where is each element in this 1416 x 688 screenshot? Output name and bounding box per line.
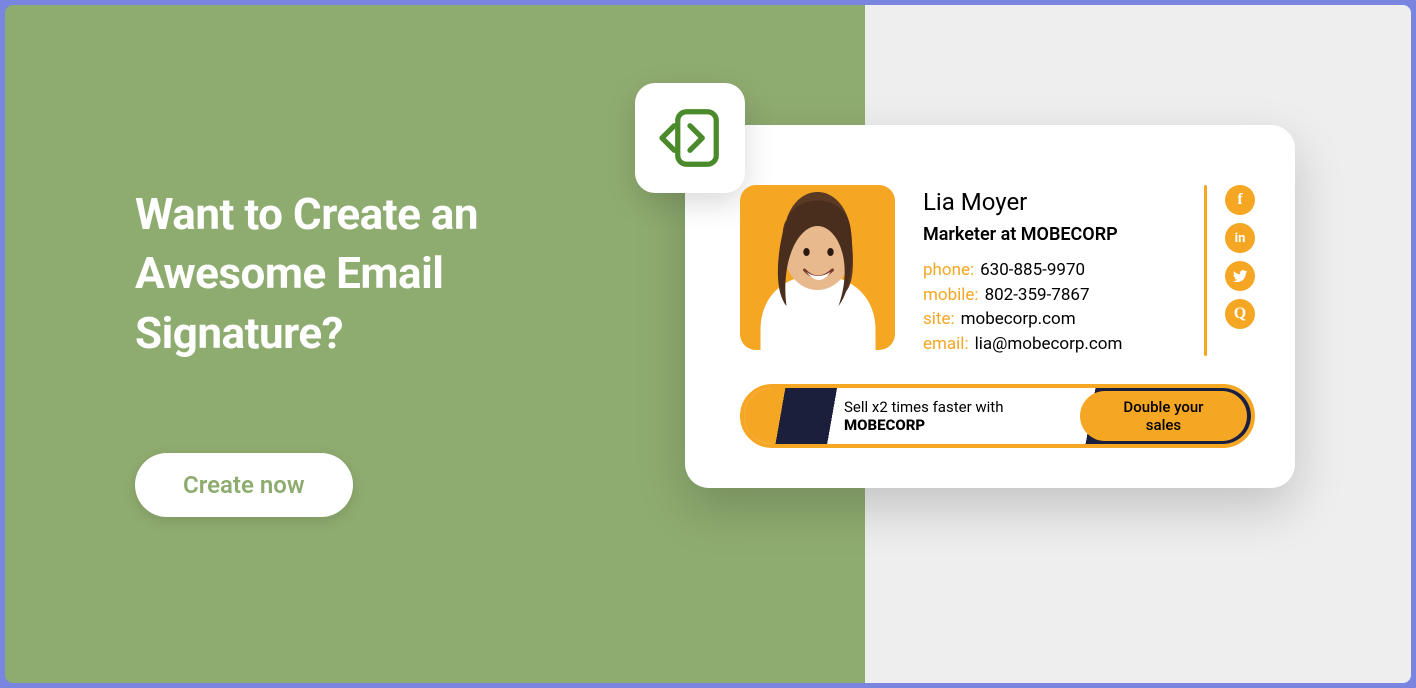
signature-name: Lia Moyer (923, 185, 1186, 220)
mobile-label: mobile: (923, 285, 979, 305)
signature-info: Lia Moyer Marketer at MOBECORP phone: 630… (923, 185, 1255, 356)
contact-site: site: mobecorp.com (923, 307, 1186, 332)
contact-email: email: lia@mobecorp.com (923, 332, 1186, 357)
quora-icon[interactable]: Q (1225, 299, 1255, 329)
promo-headline: Want to Create an Awesome Email Signatur… (135, 185, 585, 363)
email-label: email: (923, 334, 969, 354)
twitter-icon[interactable] (1225, 261, 1255, 291)
promo-banner: Sell x2 times faster with MOBECORP Doubl… (740, 384, 1255, 448)
signature-details: Lia Moyer Marketer at MOBECORP phone: 630… (923, 185, 1186, 356)
create-now-button[interactable]: Create now (135, 453, 353, 517)
linkedin-icon[interactable]: in (1225, 223, 1255, 253)
banner-text-brand: MOBECORP (844, 416, 925, 434)
promo-right-panel: Lia Moyer Marketer at MOBECORP phone: 630… (865, 5, 1411, 683)
facebook-icon[interactable]: f (1225, 185, 1255, 215)
social-icons: f in Q (1225, 185, 1255, 356)
signature-card: Lia Moyer Marketer at MOBECORP phone: 630… (685, 125, 1295, 488)
vertical-divider (1204, 185, 1207, 356)
phone-value: 630-885-9970 (980, 260, 1085, 280)
contact-phone: phone: 630-885-9970 (923, 258, 1186, 283)
mobile-value: 802-359-7867 (985, 285, 1090, 305)
phone-label: phone: (923, 260, 974, 280)
contact-mobile: mobile: 802-359-7867 (923, 283, 1186, 308)
signature-row: Lia Moyer Marketer at MOBECORP phone: 630… (740, 185, 1255, 356)
promo-frame: Want to Create an Awesome Email Signatur… (5, 5, 1411, 683)
double-sales-button[interactable]: Double your sales (1080, 391, 1247, 441)
banner-text-prefix: Sell x2 times faster with (844, 398, 1003, 416)
signature-title: Marketer at MOBECORP (923, 222, 1186, 248)
site-label: site: (923, 309, 955, 329)
banner-text: Sell x2 times faster with MOBECORP (844, 398, 1080, 434)
code-icon (635, 83, 745, 193)
email-value: lia@mobecorp.com (975, 334, 1123, 354)
avatar (740, 185, 895, 350)
site-value: mobecorp.com (961, 309, 1076, 329)
